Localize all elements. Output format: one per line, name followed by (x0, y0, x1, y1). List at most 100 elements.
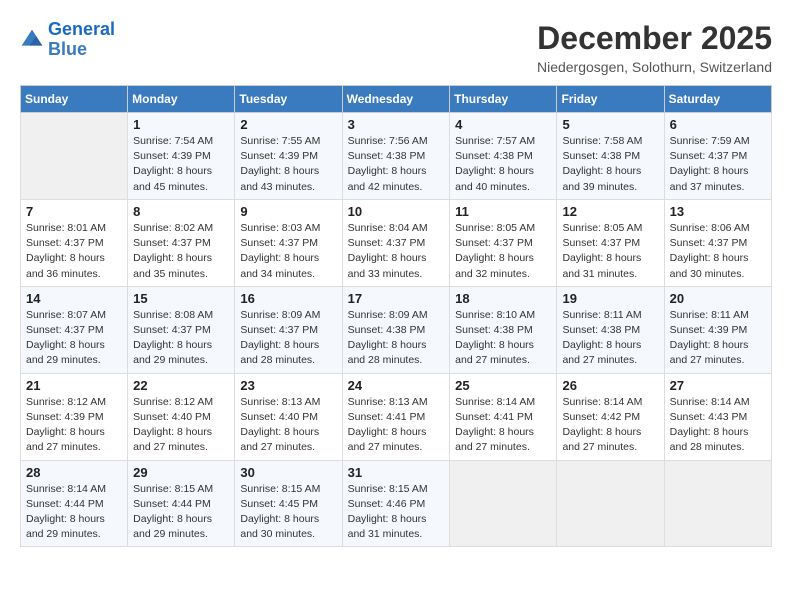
day-info: Sunrise: 8:13 AMSunset: 4:41 PMDaylight:… (348, 395, 445, 456)
day-number: 10 (348, 204, 445, 219)
day-info: Sunrise: 8:07 AMSunset: 4:37 PMDaylight:… (26, 308, 122, 369)
day-info: Sunrise: 7:55 AMSunset: 4:39 PMDaylight:… (240, 134, 336, 195)
calendar-cell: 15 Sunrise: 8:08 AMSunset: 4:37 PMDayligh… (128, 286, 235, 373)
day-number: 23 (240, 378, 336, 393)
day-number: 15 (133, 291, 229, 306)
day-number: 14 (26, 291, 122, 306)
day-info: Sunrise: 7:58 AMSunset: 4:38 PMDaylight:… (562, 134, 658, 195)
day-info: Sunrise: 8:14 AMSunset: 4:44 PMDaylight:… (26, 482, 122, 543)
day-info: Sunrise: 8:04 AMSunset: 4:37 PMDaylight:… (348, 221, 445, 282)
calendar-cell: 2 Sunrise: 7:55 AMSunset: 4:39 PMDaylight… (235, 113, 342, 200)
day-number: 7 (26, 204, 122, 219)
calendar-week-row: 14 Sunrise: 8:07 AMSunset: 4:37 PMDayligh… (21, 286, 772, 373)
calendar-week-row: 21 Sunrise: 8:12 AMSunset: 4:39 PMDayligh… (21, 373, 772, 460)
day-info: Sunrise: 7:56 AMSunset: 4:38 PMDaylight:… (348, 134, 445, 195)
calendar-cell (21, 113, 128, 200)
day-info: Sunrise: 7:54 AMSunset: 4:39 PMDaylight:… (133, 134, 229, 195)
day-number: 3 (348, 117, 445, 132)
day-number: 16 (240, 291, 336, 306)
calendar-cell: 31 Sunrise: 8:15 AMSunset: 4:46 PMDayligh… (342, 460, 450, 547)
day-info: Sunrise: 8:03 AMSunset: 4:37 PMDaylight:… (240, 221, 336, 282)
day-number: 22 (133, 378, 229, 393)
day-info: Sunrise: 8:12 AMSunset: 4:39 PMDaylight:… (26, 395, 122, 456)
logo-text: General Blue (48, 20, 115, 60)
calendar-cell: 1 Sunrise: 7:54 AMSunset: 4:39 PMDaylight… (128, 113, 235, 200)
calendar-cell: 26Sunrise: 8:14 AMSunset: 4:42 PMDayligh… (557, 373, 664, 460)
calendar-cell: 12 Sunrise: 8:05 AMSunset: 4:37 PMDayligh… (557, 199, 664, 286)
calendar-header-row: SundayMondayTuesdayWednesdayThursdayFrid… (21, 86, 772, 113)
day-info: Sunrise: 8:06 AMSunset: 4:37 PMDaylight:… (670, 221, 766, 282)
col-header-friday: Friday (557, 86, 664, 113)
calendar-cell: 18 Sunrise: 8:10 AMSunset: 4:38 PMDayligh… (450, 286, 557, 373)
day-number: 2 (240, 117, 336, 132)
day-info: Sunrise: 8:15 AMSunset: 4:44 PMDaylight:… (133, 482, 229, 543)
day-number: 24 (348, 378, 445, 393)
logo-icon (20, 28, 44, 52)
day-info: Sunrise: 8:10 AMSunset: 4:38 PMDaylight:… (455, 308, 551, 369)
day-info: Sunrise: 8:05 AMSunset: 4:37 PMDaylight:… (455, 221, 551, 282)
day-info: Sunrise: 8:15 AMSunset: 4:45 PMDaylight:… (240, 482, 336, 543)
day-number: 12 (562, 204, 658, 219)
day-info: Sunrise: 8:14 AMSunset: 4:43 PMDaylight:… (670, 395, 766, 456)
title-area: December 2025 Niedergosgen, Solothurn, S… (537, 20, 772, 75)
col-header-sunday: Sunday (21, 86, 128, 113)
calendar-cell: 27 Sunrise: 8:14 AMSunset: 4:43 PMDayligh… (664, 373, 771, 460)
calendar-cell: 17 Sunrise: 8:09 AMSunset: 4:38 PMDayligh… (342, 286, 450, 373)
day-info: Sunrise: 8:11 AMSunset: 4:38 PMDaylight:… (562, 308, 658, 369)
calendar-cell: 7 Sunrise: 8:01 AMSunset: 4:37 PMDaylight… (21, 199, 128, 286)
day-info: Sunrise: 8:14 AMSunset: 4:41 PMDaylight:… (455, 395, 551, 456)
day-info: Sunrise: 8:02 AMSunset: 4:37 PMDaylight:… (133, 221, 229, 282)
day-number: 25 (455, 378, 551, 393)
day-number: 28 (26, 465, 122, 480)
day-number: 18 (455, 291, 551, 306)
day-number: 30 (240, 465, 336, 480)
calendar-cell: 6 Sunrise: 7:59 AMSunset: 4:37 PMDaylight… (664, 113, 771, 200)
calendar-week-row: 28 Sunrise: 8:14 AMSunset: 4:44 PMDayligh… (21, 460, 772, 547)
day-info: Sunrise: 8:08 AMSunset: 4:37 PMDaylight:… (133, 308, 229, 369)
calendar-cell: 19 Sunrise: 8:11 AMSunset: 4:38 PMDayligh… (557, 286, 664, 373)
day-number: 31 (348, 465, 445, 480)
calendar-cell: 9Sunrise: 8:03 AMSunset: 4:37 PMDaylight… (235, 199, 342, 286)
calendar-week-row: 1 Sunrise: 7:54 AMSunset: 4:39 PMDaylight… (21, 113, 772, 200)
day-number: 19 (562, 291, 658, 306)
calendar-cell: 29 Sunrise: 8:15 AMSunset: 4:44 PMDayligh… (128, 460, 235, 547)
day-info: Sunrise: 8:05 AMSunset: 4:37 PMDaylight:… (562, 221, 658, 282)
calendar-cell: 20 Sunrise: 8:11 AMSunset: 4:39 PMDayligh… (664, 286, 771, 373)
col-header-wednesday: Wednesday (342, 86, 450, 113)
calendar-cell: 8 Sunrise: 8:02 AMSunset: 4:37 PMDaylight… (128, 199, 235, 286)
calendar-cell (450, 460, 557, 547)
day-number: 27 (670, 378, 766, 393)
day-info: Sunrise: 8:11 AMSunset: 4:39 PMDaylight:… (670, 308, 766, 369)
day-number: 20 (670, 291, 766, 306)
col-header-thursday: Thursday (450, 86, 557, 113)
col-header-tuesday: Tuesday (235, 86, 342, 113)
calendar-cell: 28 Sunrise: 8:14 AMSunset: 4:44 PMDayligh… (21, 460, 128, 547)
day-info: Sunrise: 8:01 AMSunset: 4:37 PMDaylight:… (26, 221, 122, 282)
day-number: 5 (562, 117, 658, 132)
day-number: 29 (133, 465, 229, 480)
calendar-week-row: 7 Sunrise: 8:01 AMSunset: 4:37 PMDaylight… (21, 199, 772, 286)
day-number: 1 (133, 117, 229, 132)
calendar-cell: 21 Sunrise: 8:12 AMSunset: 4:39 PMDayligh… (21, 373, 128, 460)
location: Niedergosgen, Solothurn, Switzerland (537, 59, 772, 75)
col-header-monday: Monday (128, 86, 235, 113)
day-number: 6 (670, 117, 766, 132)
calendar-cell: 22 Sunrise: 8:12 AMSunset: 4:40 PMDayligh… (128, 373, 235, 460)
month-title: December 2025 (537, 20, 772, 57)
calendar-cell: 30 Sunrise: 8:15 AMSunset: 4:45 PMDayligh… (235, 460, 342, 547)
day-info: Sunrise: 8:15 AMSunset: 4:46 PMDaylight:… (348, 482, 445, 543)
day-number: 8 (133, 204, 229, 219)
day-number: 21 (26, 378, 122, 393)
day-info: Sunrise: 8:09 AMSunset: 4:38 PMDaylight:… (348, 308, 445, 369)
logo: General Blue (20, 20, 115, 60)
calendar-cell: 25 Sunrise: 8:14 AMSunset: 4:41 PMDayligh… (450, 373, 557, 460)
col-header-saturday: Saturday (664, 86, 771, 113)
day-number: 26 (562, 378, 658, 393)
day-info: Sunrise: 8:12 AMSunset: 4:40 PMDaylight:… (133, 395, 229, 456)
day-info: Sunrise: 8:09 AMSunset: 4:37 PMDaylight:… (240, 308, 336, 369)
day-info: Sunrise: 7:59 AMSunset: 4:37 PMDaylight:… (670, 134, 766, 195)
calendar-cell: 10 Sunrise: 8:04 AMSunset: 4:37 PMDayligh… (342, 199, 450, 286)
day-number: 11 (455, 204, 551, 219)
day-number: 17 (348, 291, 445, 306)
calendar-cell: 16 Sunrise: 8:09 AMSunset: 4:37 PMDayligh… (235, 286, 342, 373)
